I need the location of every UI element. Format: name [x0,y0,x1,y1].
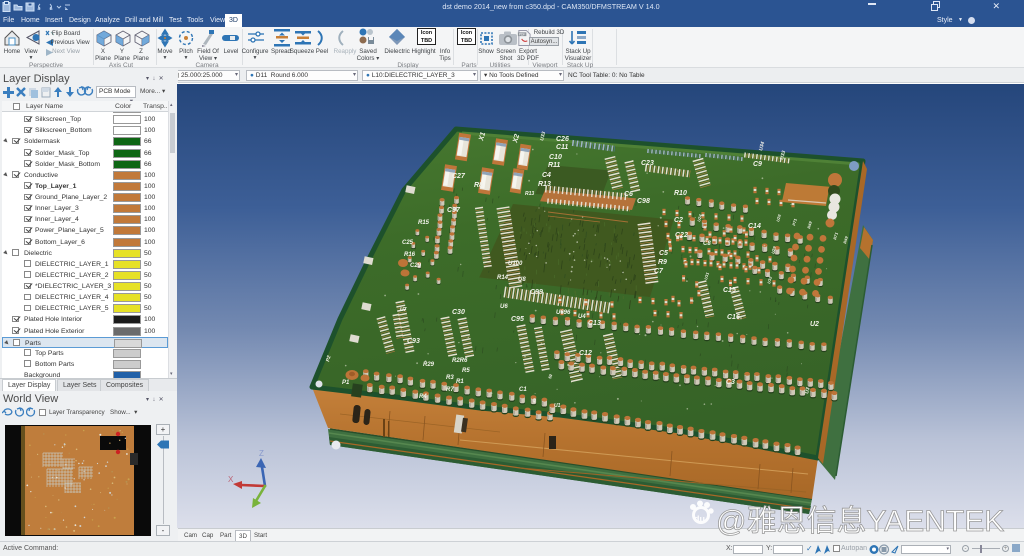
svg-text:U696: U696 [556,310,571,316]
svg-text:C6: C6 [624,191,633,198]
svg-text:C5: C5 [659,250,668,257]
svg-text:C16: C16 [727,314,740,321]
svg-text:R13: R13 [525,191,534,197]
svg-text:C30: C30 [452,309,465,316]
svg-text:U100: U100 [508,261,523,267]
svg-text:R2R6: R2R6 [452,358,468,364]
svg-text:C10: C10 [549,154,562,161]
svg-text:R1: R1 [456,379,464,385]
svg-text:R10: R10 [674,190,687,197]
svg-text:C22: C22 [675,232,688,239]
svg-text:@雅恩信息YAENTEK: @雅恩信息YAENTEK [716,505,1004,538]
svg-text:U1: U1 [554,403,561,409]
svg-text:R15: R15 [418,220,430,226]
svg-text:C97: C97 [447,207,461,214]
svg-text:du: du [694,514,705,524]
svg-text:X: X [228,475,234,484]
svg-text:R9: R9 [658,259,667,266]
svg-text:C14: C14 [748,223,761,230]
svg-text:C4: C4 [542,172,551,179]
svg-text:P1: P1 [342,380,350,386]
svg-text:U4: U4 [578,314,586,320]
svg-text:R5: R5 [462,368,470,374]
svg-text:C23: C23 [641,160,654,167]
svg-text:C9: C9 [753,161,762,168]
svg-text:R16: R16 [404,252,416,258]
svg-text:C95: C95 [511,316,524,323]
svg-text:R29: R29 [423,362,435,368]
svg-text:C93: C93 [407,338,420,345]
svg-text:C25: C25 [402,240,414,246]
svg-text:U2: U2 [810,321,819,328]
svg-text:U7: U7 [400,307,407,313]
svg-text:C2: C2 [674,217,683,224]
svg-text:C1: C1 [519,387,527,393]
svg-text:C8: C8 [703,241,711,247]
svg-text:C11: C11 [556,144,568,151]
svg-text:C99: C99 [530,289,543,296]
svg-text:R7: R7 [446,387,454,393]
svg-text:U8: U8 [518,277,526,283]
svg-text:C26: C26 [556,136,569,143]
svg-text:C12: C12 [579,350,592,357]
svg-text:U6: U6 [500,304,508,310]
svg-text:Z: Z [259,449,264,458]
svg-text:R3: R3 [446,375,454,381]
svg-text:R4: R4 [419,394,427,400]
svg-text:R13: R13 [538,181,551,188]
svg-text:C7: C7 [654,268,664,275]
svg-text:C13: C13 [588,320,601,327]
svg-text:C29: C29 [410,263,422,269]
svg-text:R8: R8 [474,182,483,189]
svg-text:C15: C15 [723,287,736,294]
svg-text:R14: R14 [497,275,509,281]
svg-text:C27: C27 [452,173,466,180]
svg-text:C3: C3 [726,379,735,386]
svg-text:PDF: PDF [519,33,526,37]
svg-text:C98: C98 [637,198,650,205]
svg-text:R11: R11 [548,162,560,169]
